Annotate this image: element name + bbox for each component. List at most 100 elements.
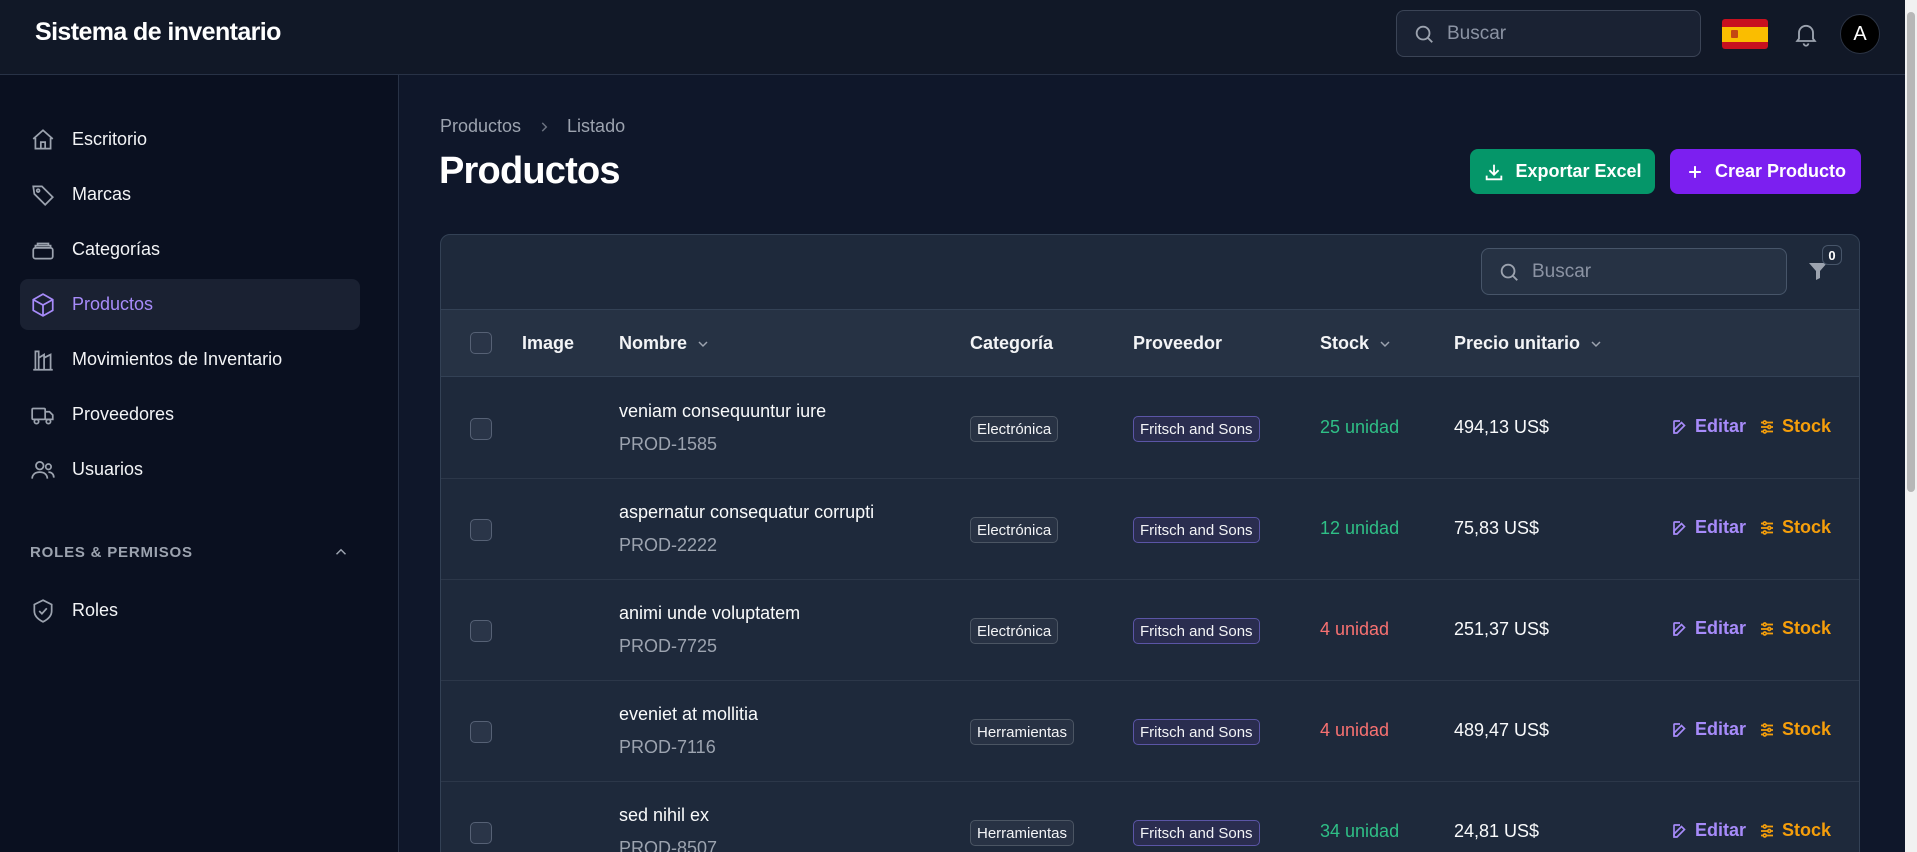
filter-count-badge: 0: [1822, 245, 1842, 265]
edit-icon: [1671, 620, 1689, 638]
supplier-badge: Fritsch and Sons: [1133, 719, 1260, 745]
edit-label: Editar: [1695, 618, 1747, 638]
sidebar-item-label: Roles: [72, 600, 119, 620]
supplier-badge: Fritsch and Sons: [1133, 416, 1260, 442]
column-header-nombre[interactable]: Nombre: [619, 310, 711, 377]
stock-value: 12 unidad: [1320, 518, 1400, 538]
stock-label: Stock: [1782, 719, 1832, 739]
products-table: 0 Image Nombre Categoría Proveedor Stock…: [440, 234, 1860, 852]
select-all-checkbox[interactable]: [470, 332, 492, 354]
column-header-label: Proveedor: [1133, 333, 1223, 353]
building-icon: [30, 347, 56, 373]
breadcrumb: Productos Listado: [440, 116, 625, 137]
sidebar-item-movimientos[interactable]: Movimientos de Inventario: [20, 334, 360, 385]
stock-button[interactable]: Stock: [1758, 719, 1831, 740]
edit-button[interactable]: Editar: [1671, 416, 1746, 437]
spain-flag-icon[interactable]: [1722, 19, 1768, 49]
sidebar-item-marcas[interactable]: Marcas: [20, 169, 360, 220]
table-row[interactable]: veniam consequuntur iure PROD-1585 Electró…: [441, 378, 1859, 479]
global-search[interactable]: [1396, 10, 1701, 57]
product-name: animi unde voluptatem: [619, 603, 801, 623]
edit-label: Editar: [1695, 517, 1747, 537]
stock-label: Stock: [1782, 416, 1832, 436]
product-sku: PROD-1585: [619, 434, 718, 454]
chevron-down-icon: [695, 336, 711, 352]
stock-value: 4 unidad: [1320, 720, 1390, 740]
supplier-badge: Fritsch and Sons: [1133, 517, 1260, 543]
chevron-down-icon: [1377, 336, 1393, 352]
sidebar-item-usuarios[interactable]: Usuarios: [20, 444, 360, 495]
row-checkbox[interactable]: [470, 418, 492, 440]
breadcrumb-current: Listado: [567, 116, 626, 136]
create-product-label: Crear Producto: [1714, 161, 1847, 181]
sidebar-item-proveedores[interactable]: Proveedores: [20, 389, 360, 440]
table-header: Image Nombre Categoría Proveedor Stock P…: [441, 310, 1859, 377]
product-name: veniam consequuntur iure: [619, 401, 827, 421]
sidebar-item-label: Proveedores: [72, 404, 175, 424]
sidebar-item-label: Marcas: [72, 184, 132, 204]
export-excel-button[interactable]: Exportar Excel: [1470, 149, 1655, 194]
column-header-categoria: Categoría: [970, 310, 1053, 377]
category-badge: Electrónica: [970, 618, 1059, 644]
chevron-down-icon: [1588, 336, 1604, 352]
cube-icon: [30, 292, 56, 318]
table-row[interactable]: aspernatur consequatur corrupti PROD-2222…: [441, 479, 1859, 580]
global-search-input[interactable]: [1447, 22, 1677, 45]
sidebar-item-categorias[interactable]: Categorías: [20, 224, 360, 275]
product-name: eveniet at mollitia: [619, 704, 759, 724]
user-avatar[interactable]: A: [1840, 14, 1880, 54]
sidebar-item-escritorio[interactable]: Escritorio: [20, 114, 360, 165]
table-search-input[interactable]: [1532, 260, 1762, 283]
table-search[interactable]: [1481, 248, 1787, 295]
edit-label: Editar: [1695, 416, 1747, 436]
column-header-image: Image: [522, 310, 574, 377]
stock-label: Stock: [1782, 618, 1832, 638]
column-header-proveedor: Proveedor: [1133, 310, 1222, 377]
roles-permisos-group-toggle[interactable]: ROLES & PERMISOS: [30, 543, 350, 561]
edit-icon: [1671, 721, 1689, 739]
app-title[interactable]: Sistema de inventario: [35, 18, 281, 47]
stock-button[interactable]: Stock: [1758, 416, 1831, 437]
column-header-stock[interactable]: Stock: [1320, 310, 1393, 377]
table-toolbar: 0: [441, 235, 1859, 310]
edit-button[interactable]: Editar: [1671, 618, 1746, 639]
supplier-badge: Fritsch and Sons: [1133, 618, 1260, 644]
row-checkbox[interactable]: [470, 822, 492, 844]
table-row[interactable]: sed nihil ex PROD-8507 Herramientas Fritsch…: [441, 782, 1859, 852]
row-checkbox[interactable]: [470, 519, 492, 541]
stock-button[interactable]: Stock: [1758, 618, 1831, 639]
sidebar-item-roles[interactable]: Roles: [20, 585, 360, 636]
edit-button[interactable]: Editar: [1671, 719, 1746, 740]
create-product-button[interactable]: Crear Producto: [1670, 149, 1861, 194]
stock-button[interactable]: Stock: [1758, 517, 1831, 538]
search-icon: [1498, 261, 1520, 283]
unit-price: 489,47 US$: [1454, 720, 1550, 740]
bell-icon[interactable]: [1792, 20, 1820, 48]
column-header-precio[interactable]: Precio unitario: [1454, 310, 1604, 377]
table-row[interactable]: eveniet at mollitia PROD-7116 Herramientas…: [441, 681, 1859, 782]
download-icon: [1483, 161, 1505, 183]
nav-group-label: ROLES & PERMISOS: [30, 543, 193, 561]
stock-button[interactable]: Stock: [1758, 820, 1831, 841]
adjustments-icon: [1758, 418, 1776, 436]
product-sku: PROD-7116: [619, 737, 716, 757]
column-header-label: Stock: [1320, 333, 1370, 353]
unit-price: 494,13 US$: [1454, 417, 1550, 437]
adjustments-icon: [1758, 620, 1776, 638]
sidebar-item-productos[interactable]: Productos: [20, 279, 360, 330]
row-checkbox[interactable]: [470, 620, 492, 642]
row-checkbox[interactable]: [470, 721, 492, 743]
edit-button[interactable]: Editar: [1671, 517, 1746, 538]
users-icon: [30, 457, 56, 483]
table-row[interactable]: animi unde voluptatem PROD-7725 Electrónic…: [441, 580, 1859, 681]
edit-icon: [1671, 822, 1689, 840]
category-badge: Herramientas: [970, 719, 1075, 745]
adjustments-icon: [1758, 721, 1776, 739]
tag-icon: [30, 182, 56, 208]
stock-label: Stock: [1782, 820, 1832, 840]
edit-button[interactable]: Editar: [1671, 820, 1746, 841]
scrollbar-thumb[interactable]: [1907, 12, 1915, 492]
breadcrumb-parent[interactable]: Productos: [440, 116, 521, 137]
category-badge: Herramientas: [970, 820, 1075, 846]
column-header-label: Image: [522, 333, 575, 353]
